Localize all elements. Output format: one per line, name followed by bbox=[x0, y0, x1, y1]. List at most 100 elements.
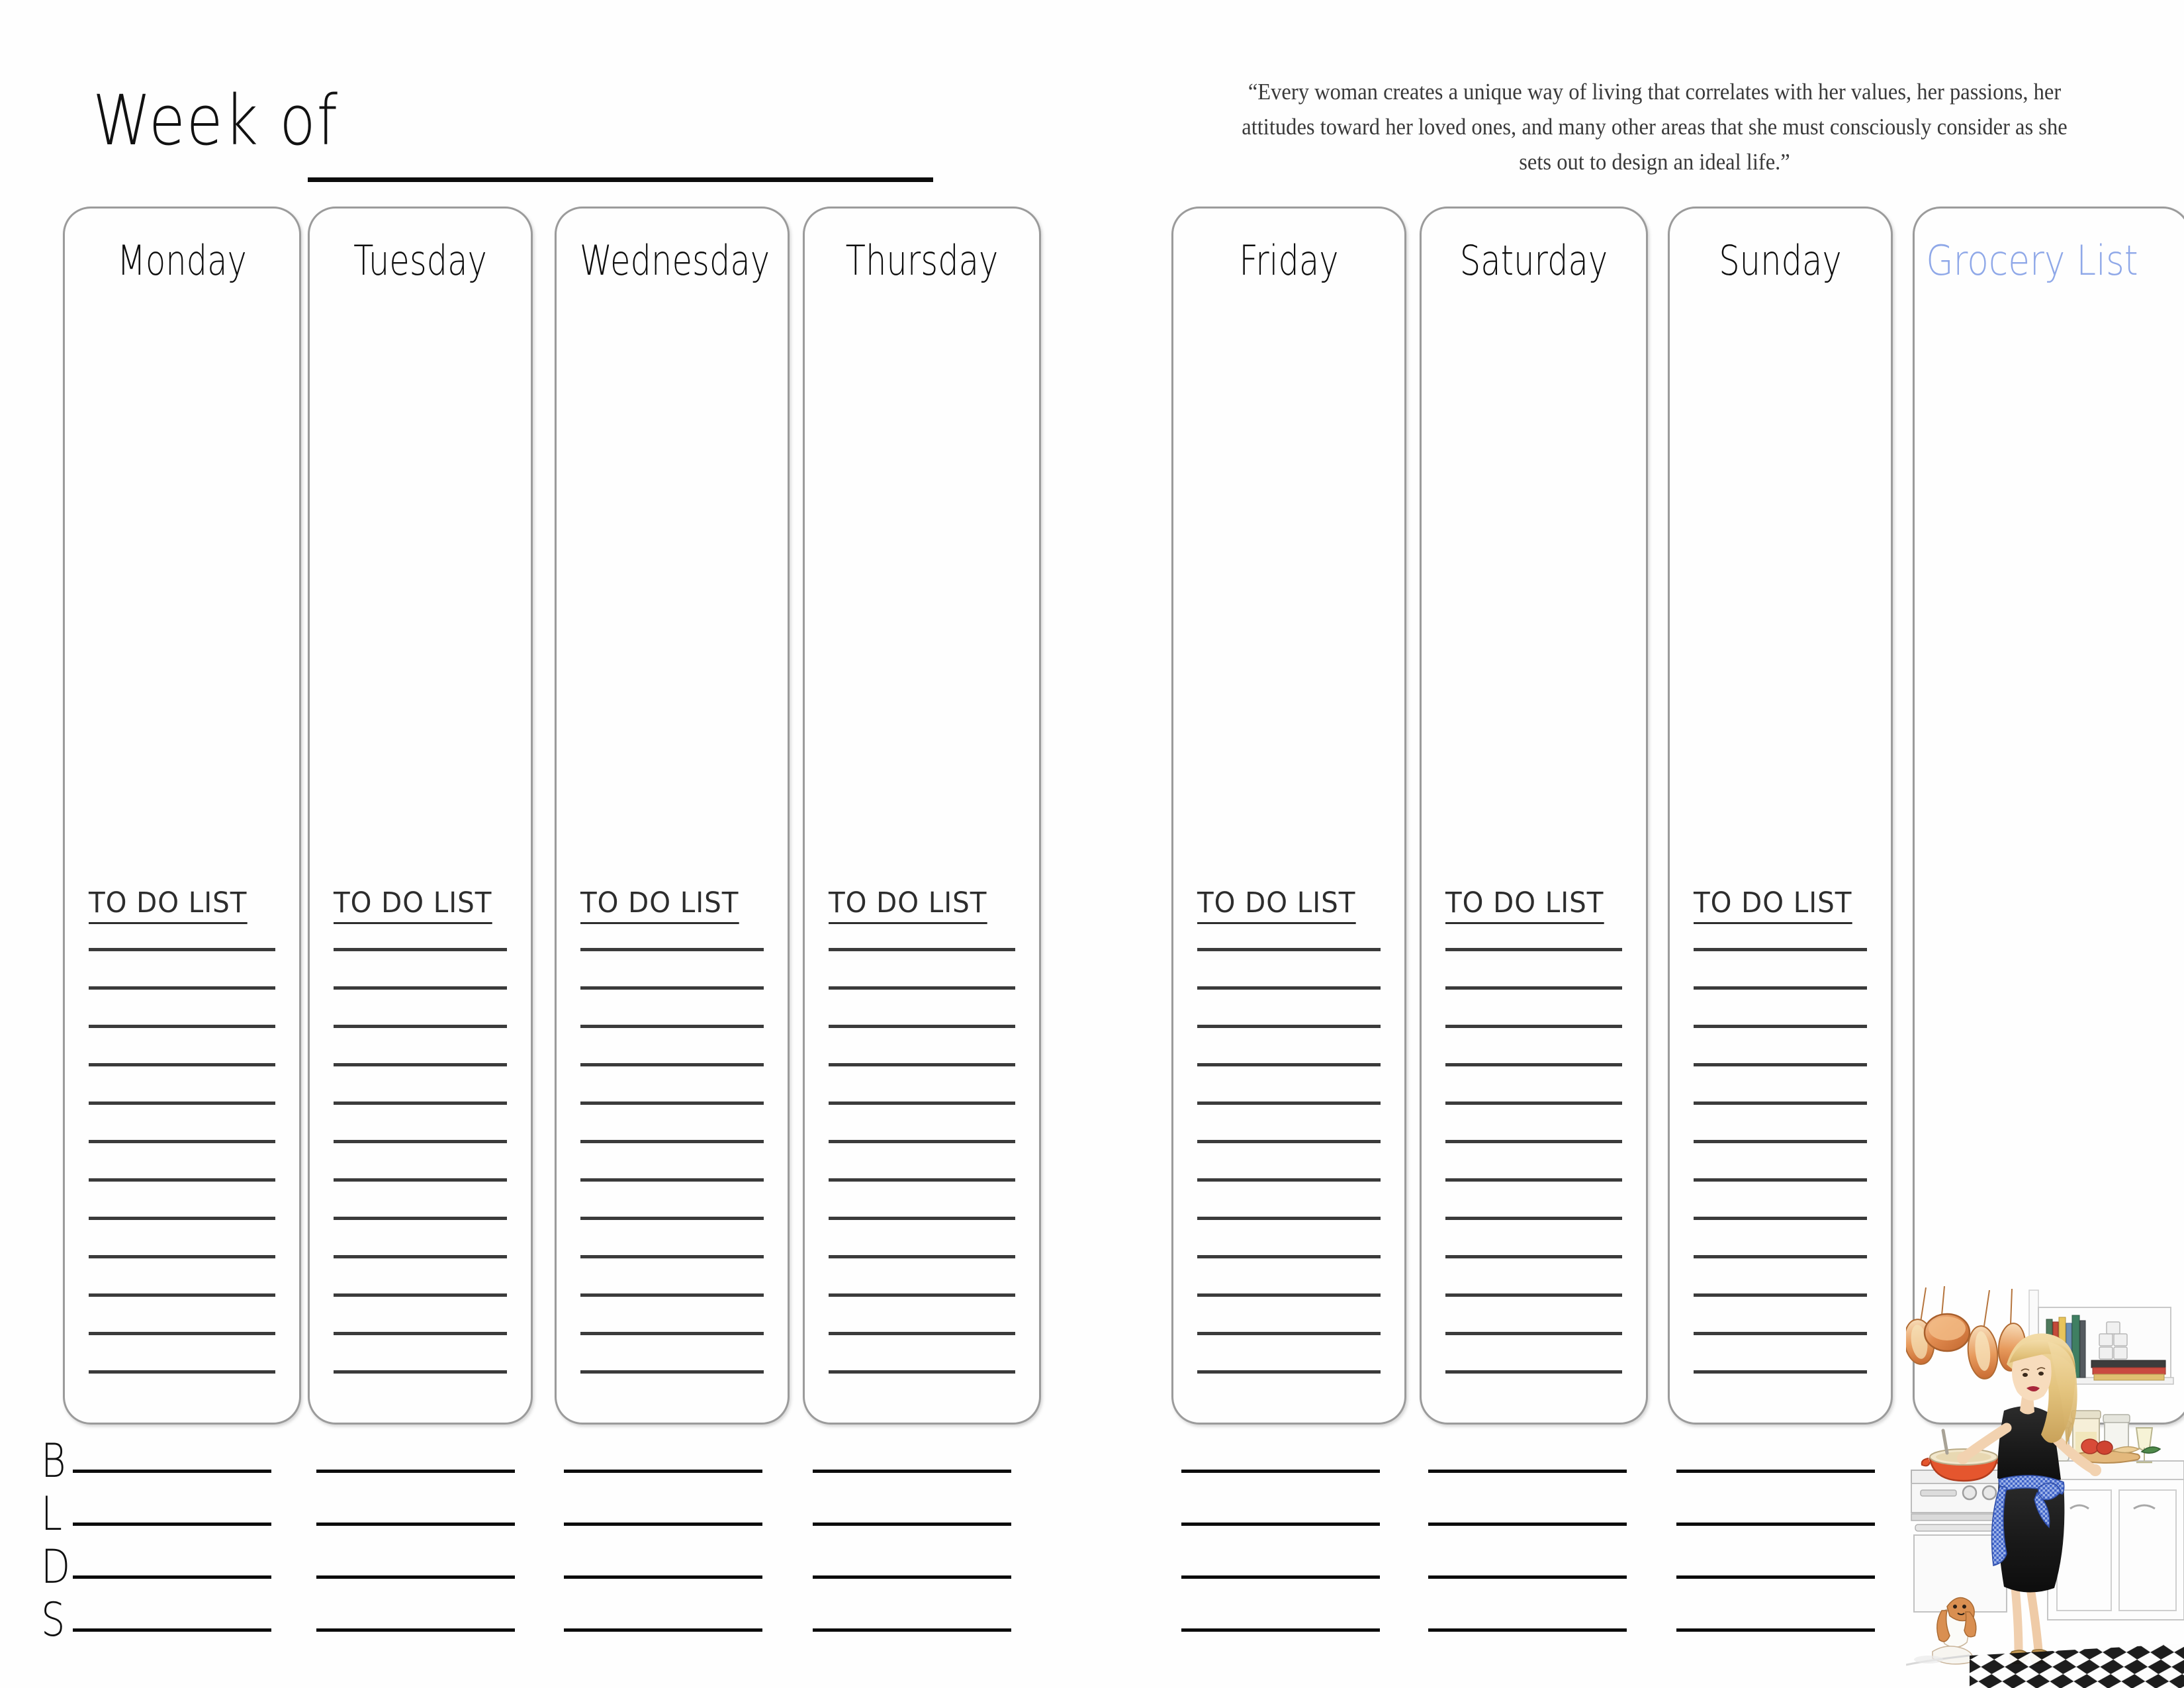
todo-line[interactable] bbox=[1445, 1255, 1622, 1258]
todo-line[interactable] bbox=[580, 1370, 764, 1374]
todo-line[interactable] bbox=[1694, 1025, 1867, 1028]
todo-line[interactable] bbox=[829, 1293, 1015, 1297]
todo-line[interactable] bbox=[1694, 1332, 1867, 1335]
meal-line-dinner[interactable] bbox=[1428, 1575, 1627, 1579]
todo-line[interactable] bbox=[1197, 986, 1381, 990]
todo-line[interactable] bbox=[334, 1255, 507, 1258]
day-card-monday[interactable]: Monday TO DO LIST bbox=[63, 207, 301, 1425]
todo-line[interactable] bbox=[1445, 1370, 1622, 1374]
todo-line[interactable] bbox=[334, 1063, 507, 1066]
todo-line[interactable] bbox=[829, 1063, 1015, 1066]
meal-line-lunch[interactable] bbox=[1676, 1523, 1875, 1526]
todo-line[interactable] bbox=[580, 1293, 764, 1297]
todo-line[interactable] bbox=[89, 1217, 275, 1220]
todo-line[interactable] bbox=[1445, 1178, 1622, 1182]
todo-line[interactable] bbox=[580, 1217, 764, 1220]
meal-line-lunch[interactable] bbox=[813, 1523, 1011, 1526]
todo-line[interactable] bbox=[1445, 1140, 1622, 1143]
todo-line[interactable] bbox=[89, 1332, 275, 1335]
todo-line[interactable] bbox=[829, 1178, 1015, 1182]
meal-line-dinner[interactable] bbox=[316, 1575, 515, 1579]
todo-line[interactable] bbox=[334, 948, 507, 951]
meal-line-snack[interactable] bbox=[813, 1628, 1011, 1632]
todo-line[interactable] bbox=[1694, 1255, 1867, 1258]
todo-line[interactable] bbox=[829, 1140, 1015, 1143]
todo-line[interactable] bbox=[1197, 1217, 1381, 1220]
meal-line-dinner[interactable] bbox=[564, 1575, 762, 1579]
day-card-wednesday[interactable]: Wednesday TO DO LIST bbox=[555, 207, 790, 1425]
meal-line-lunch[interactable] bbox=[1428, 1523, 1627, 1526]
todo-line[interactable] bbox=[334, 1217, 507, 1220]
todo-line[interactable] bbox=[580, 1332, 764, 1335]
todo-line[interactable] bbox=[1694, 948, 1867, 951]
todo-line[interactable] bbox=[1197, 1025, 1381, 1028]
meal-line-dinner[interactable] bbox=[1676, 1575, 1875, 1579]
meal-line-dinner[interactable] bbox=[813, 1575, 1011, 1579]
todo-line[interactable] bbox=[1445, 1332, 1622, 1335]
meal-line-breakfast[interactable] bbox=[813, 1470, 1011, 1473]
todo-line[interactable] bbox=[829, 1332, 1015, 1335]
todo-line[interactable] bbox=[1694, 1293, 1867, 1297]
todo-line[interactable] bbox=[1197, 1370, 1381, 1374]
todo-line[interactable] bbox=[334, 1178, 507, 1182]
todo-line[interactable] bbox=[1694, 986, 1867, 990]
day-card-friday[interactable]: Friday TO DO LIST bbox=[1171, 207, 1406, 1425]
meal-line-snack[interactable] bbox=[1676, 1628, 1875, 1632]
todo-line[interactable] bbox=[1694, 1370, 1867, 1374]
todo-line[interactable] bbox=[580, 1063, 764, 1066]
todo-line[interactable] bbox=[1197, 1293, 1381, 1297]
meal-line-dinner[interactable] bbox=[73, 1575, 271, 1579]
todo-line[interactable] bbox=[580, 1102, 764, 1105]
todo-line[interactable] bbox=[1445, 1102, 1622, 1105]
todo-line[interactable] bbox=[1694, 1063, 1867, 1066]
todo-line[interactable] bbox=[334, 1293, 507, 1297]
todo-line[interactable] bbox=[334, 986, 507, 990]
day-card-grocerylist[interactable]: Grocery List bbox=[1913, 207, 2184, 1425]
todo-line[interactable] bbox=[1197, 1332, 1381, 1335]
todo-line[interactable] bbox=[89, 1370, 275, 1374]
todo-line[interactable] bbox=[1197, 1178, 1381, 1182]
todo-line[interactable] bbox=[1197, 948, 1381, 951]
meal-line-lunch[interactable] bbox=[564, 1523, 762, 1526]
todo-line[interactable] bbox=[580, 1025, 764, 1028]
todo-line[interactable] bbox=[1197, 1102, 1381, 1105]
todo-line[interactable] bbox=[1694, 1102, 1867, 1105]
todo-line[interactable] bbox=[89, 1293, 275, 1297]
day-card-sunday[interactable]: Sunday TO DO LIST bbox=[1668, 207, 1893, 1425]
meal-line-lunch[interactable] bbox=[73, 1523, 271, 1526]
todo-line[interactable] bbox=[89, 948, 275, 951]
todo-line[interactable] bbox=[829, 1102, 1015, 1105]
day-card-tuesday[interactable]: Tuesday TO DO LIST bbox=[308, 207, 533, 1425]
todo-line[interactable] bbox=[334, 1102, 507, 1105]
meal-line-lunch[interactable] bbox=[316, 1523, 515, 1526]
todo-line[interactable] bbox=[1197, 1063, 1381, 1066]
todo-line[interactable] bbox=[829, 1255, 1015, 1258]
todo-line[interactable] bbox=[1445, 1063, 1622, 1066]
todo-line[interactable] bbox=[580, 1255, 764, 1258]
todo-line[interactable] bbox=[334, 1332, 507, 1335]
meal-line-breakfast[interactable] bbox=[1676, 1470, 1875, 1473]
week-of-blank-line[interactable] bbox=[308, 177, 933, 182]
todo-line[interactable] bbox=[1445, 986, 1622, 990]
meal-line-breakfast[interactable] bbox=[316, 1470, 515, 1473]
meal-line-breakfast[interactable] bbox=[564, 1470, 762, 1473]
todo-line[interactable] bbox=[1445, 1025, 1622, 1028]
todo-line[interactable] bbox=[334, 1140, 507, 1143]
meal-line-snack[interactable] bbox=[73, 1628, 271, 1632]
todo-line[interactable] bbox=[580, 986, 764, 990]
todo-line[interactable] bbox=[1197, 1140, 1381, 1143]
todo-line[interactable] bbox=[1694, 1217, 1867, 1220]
todo-line[interactable] bbox=[1694, 1178, 1867, 1182]
todo-line[interactable] bbox=[89, 1102, 275, 1105]
todo-line[interactable] bbox=[1445, 1217, 1622, 1220]
todo-line[interactable] bbox=[89, 1025, 275, 1028]
todo-line[interactable] bbox=[1694, 1140, 1867, 1143]
todo-line[interactable] bbox=[334, 1025, 507, 1028]
todo-line[interactable] bbox=[89, 1255, 275, 1258]
meal-line-lunch[interactable] bbox=[1181, 1523, 1380, 1526]
week-of-field[interactable]: Week of bbox=[79, 86, 1072, 192]
meal-line-snack[interactable] bbox=[316, 1628, 515, 1632]
todo-line[interactable] bbox=[89, 1063, 275, 1066]
meal-line-snack[interactable] bbox=[1428, 1628, 1627, 1632]
meal-line-breakfast[interactable] bbox=[1428, 1470, 1627, 1473]
